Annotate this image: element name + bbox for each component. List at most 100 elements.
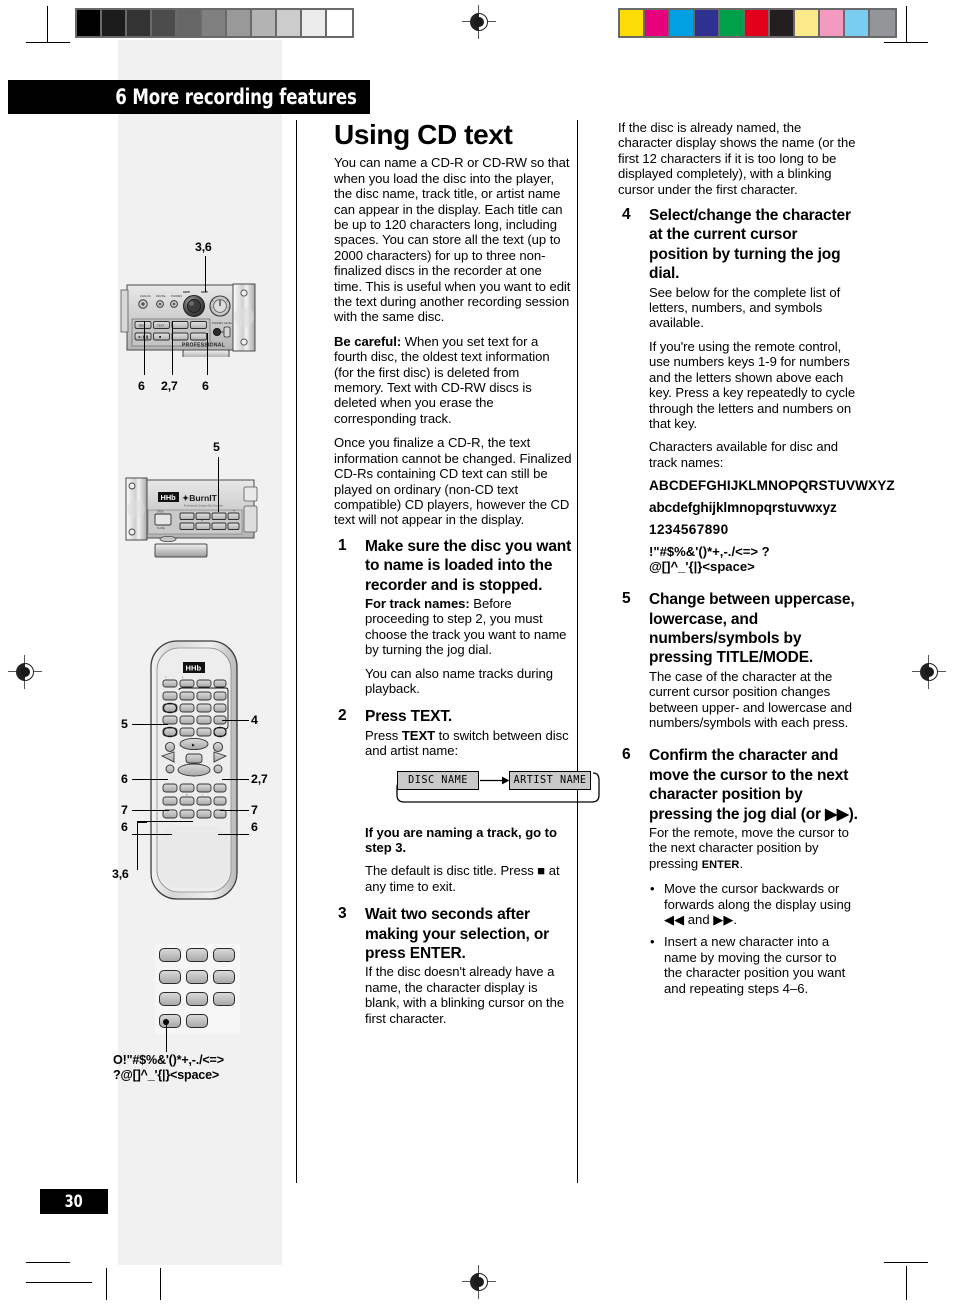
page-title: Using CD text xyxy=(334,119,513,150)
calibration-swatch xyxy=(177,10,202,36)
page-number-label: 30 xyxy=(64,1191,84,1212)
step-4: 4 Select/change the character at the cur… xyxy=(618,206,895,575)
callout-leader xyxy=(132,724,168,726)
figure-burnit-recorder: HHb ✦BurnIT Professional Compact Disc Re… xyxy=(120,466,285,572)
callout-leader xyxy=(144,321,146,375)
step-1-subparagraph: For track names: Before proceeding to st… xyxy=(365,596,572,658)
step-6-bullet-list: Move the cursor backwards or forwards al… xyxy=(649,881,858,996)
step-4-heading: Select/change the character at the curre… xyxy=(649,207,851,283)
callout-leader xyxy=(205,256,207,292)
svg-text:+: + xyxy=(201,519,203,523)
callout-remote-r1: 4 xyxy=(251,713,258,727)
callout-leader xyxy=(166,1022,168,1052)
column-divider xyxy=(296,120,298,1183)
svg-text:►: ► xyxy=(191,742,196,748)
calibration-swatch xyxy=(302,10,327,36)
color-calibration-bar xyxy=(618,8,897,38)
step-4-number: 4 xyxy=(622,206,631,224)
step-4-body-3: Characters available for disc and track … xyxy=(649,439,839,470)
character-set-uppercase: ABCDEFGHIJKLMNOPQRSTUVWXYZ xyxy=(649,478,895,494)
svg-text:↑: ↑ xyxy=(202,793,204,797)
calibration-swatch xyxy=(820,10,845,36)
step-4-body-1: See below for the complete list of lette… xyxy=(649,284,841,331)
calibration-swatch xyxy=(227,10,252,36)
calibration-swatch xyxy=(127,10,152,36)
svg-text:HHb: HHb xyxy=(186,664,202,673)
svg-text:+: + xyxy=(233,509,235,513)
callout-leader xyxy=(132,779,168,781)
step-5: 5 Change between uppercase, lowercase, a… xyxy=(618,590,858,730)
chapter-header-label: 6 More recording features xyxy=(115,84,358,110)
calibration-swatch xyxy=(277,10,302,36)
callout-remote-r4: 6 xyxy=(251,820,258,834)
svg-text:LEVEL: LEVEL xyxy=(224,321,233,325)
chapter-header: 6 More recording features xyxy=(8,80,370,114)
step-1: 1 Make sure the disc you want to name is… xyxy=(334,537,572,697)
trim-mark xyxy=(884,1262,928,1264)
svg-text:↗: ↗ xyxy=(185,793,188,797)
step-2-after-heading: If you are naming a track, go to step 3. xyxy=(365,824,557,856)
step-6: 6 Confirm the character and move the cur… xyxy=(618,746,858,996)
registration-mark-left-icon xyxy=(8,655,42,689)
callout-leader xyxy=(220,810,249,812)
svg-text:TEXT: TEXT xyxy=(157,323,164,327)
svg-text:PHONES: PHONES xyxy=(171,294,182,298)
registration-mark-top-icon xyxy=(462,5,496,39)
callout-deck-a-b1: 6 xyxy=(138,379,145,393)
step-6-body-c: . xyxy=(739,855,744,871)
calibration-swatch xyxy=(695,10,720,36)
step-2-intro-a: Press xyxy=(365,727,402,743)
calibration-swatch xyxy=(645,10,670,36)
page-number-badge: 30 xyxy=(40,1189,108,1214)
trim-mark xyxy=(106,1268,108,1300)
trim-mark xyxy=(26,42,70,44)
step-2-number: 2 xyxy=(338,707,347,725)
calibration-swatch xyxy=(745,10,770,36)
right-top-note: If the disc is already named, the charac… xyxy=(618,120,856,197)
keypad-key xyxy=(186,1014,208,1028)
artist-name-box: ARTIST NAME xyxy=(509,770,591,790)
svg-text:PROFESSIONAL: PROFESSIONAL xyxy=(182,343,225,349)
keypad-key xyxy=(186,992,208,1006)
registration-mark-bottom-icon xyxy=(462,1265,496,1299)
callout-deck-a-b2: 2,7 xyxy=(161,379,178,393)
keypad-key xyxy=(186,970,208,984)
keypad-key xyxy=(213,992,235,1006)
step-6-body-a: For the remote, move the cursor to the n… xyxy=(649,825,849,871)
step-2-after-text: The default is disc title. Press ■ at an… xyxy=(365,863,560,894)
callout-remote-l2: 6 xyxy=(121,772,128,786)
name-mode-flow-diagram: DISC NAME ARTIST NAME xyxy=(381,767,606,815)
disc-name-box: DISC NAME xyxy=(397,770,479,790)
list-item: Insert a new character into a name by mo… xyxy=(649,934,858,996)
figure-remote-control: HHb ○ + ► ↗ ↑ xyxy=(148,638,240,902)
step-6-heading-a: Confirm the character and move the curso… xyxy=(649,747,849,823)
svg-text:+: + xyxy=(182,675,184,679)
trim-mark xyxy=(26,1282,92,1284)
calibration-swatch xyxy=(795,10,820,36)
svg-text:DIGITAL: DIGITAL xyxy=(156,294,166,298)
enter-key-ref: ENTER xyxy=(701,858,740,871)
svg-text:CLOSE: CLOSE xyxy=(157,528,165,530)
step-5-heading: Change between uppercase, lowercase, and… xyxy=(649,591,855,667)
callout-remote-r3: 7 xyxy=(251,803,258,817)
keypad-key xyxy=(213,970,235,984)
step-1-number: 1 xyxy=(338,536,347,554)
column-middle: Using CD text You can name a CD-R or CD-… xyxy=(334,119,600,1037)
column-divider xyxy=(577,120,579,1183)
keypad-caption-line-2: ?@[]^_'{|}<space> xyxy=(113,1068,220,1082)
step-1-extra: You can also name tracks during playback… xyxy=(365,665,553,696)
step-3-body: If the disc doesn't already have a name,… xyxy=(365,964,565,1026)
svg-text:■: ■ xyxy=(159,335,161,339)
callout-leader xyxy=(218,457,220,512)
fast-forward-icon: ▶▶ xyxy=(825,805,849,823)
callout-deck-a-top: 3,6 xyxy=(195,240,212,254)
step-3-heading: Wait two seconds after making your selec… xyxy=(365,906,550,963)
svg-text:SKIP: SKIP xyxy=(183,290,190,294)
callout-leader xyxy=(137,822,139,870)
keypad-key xyxy=(213,948,235,962)
step-1-heading: Make sure the disc you want to name is l… xyxy=(365,537,572,594)
step-2-heading: Press TEXT. xyxy=(365,708,453,726)
keypad-key xyxy=(159,970,181,984)
callout-remote-l5: 3,6 xyxy=(112,867,129,881)
character-set-symbols-line-2: @[]^_'{|}<space> xyxy=(649,559,755,575)
